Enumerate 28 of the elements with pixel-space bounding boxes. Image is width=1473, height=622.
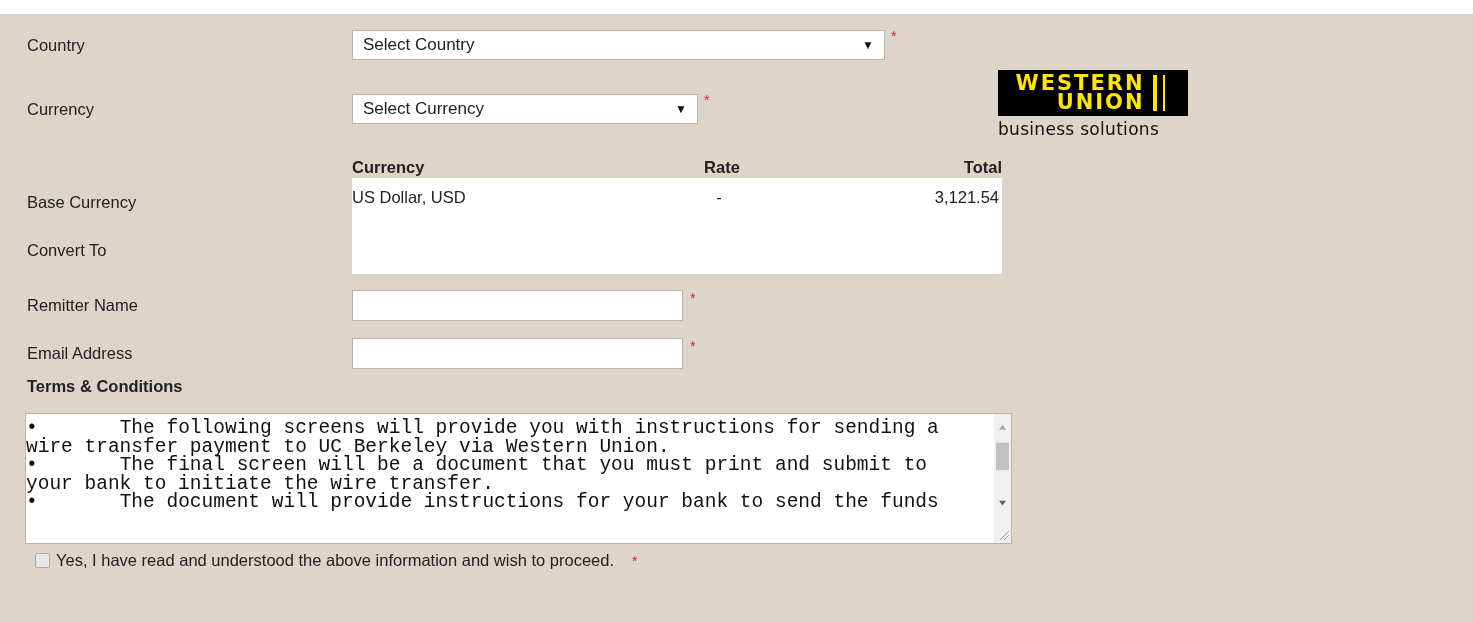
section-title: Terms & Conditions [27,376,184,397]
table-cell-text: - [715,188,723,207]
required-mark: * [632,552,638,569]
field-label: Remitter Name [27,295,139,316]
checkbox-label: Yes, I have read and understood the above information and wish to proceed. [56,551,615,570]
checkbox[interactable] [35,553,50,568]
input-field[interactable] [352,338,683,369]
field-label: Currency [27,99,95,120]
table-cell-text: 3,121.54 [933,188,999,207]
terms-text: • The following screens will provide you with instructions for sending a wire transfer payment to UC Berkeley via Western Union. • The final screen will be a document that you must print and submit to your bank to initiate the wire transfer. • The document will provide instructions for your bank to send the funds [26,419,940,512]
field-label: Country [27,35,86,56]
row-label: Base Currency [27,192,138,213]
caret-icon: ▼ [862,38,874,52]
required-mark: * [704,92,710,108]
caret-icon: ▼ [675,102,687,116]
scrollbar-drawing[interactable] [994,414,1011,543]
required-mark: * [690,290,696,306]
table-cell-text: US Dollar, USD [352,188,467,207]
required-mark: * [891,28,897,44]
column-header: Currency [352,157,426,178]
dropdown-select[interactable]: Select Country ▼ [352,30,885,60]
input-field[interactable] [352,290,683,321]
column-header: Total [962,157,1002,178]
required-mark: * [690,338,696,354]
row-label: Convert To [27,240,108,261]
field-label: Email Address [27,343,134,364]
dropdown-select[interactable]: Select Currency ▼ [352,94,698,124]
column-header: Rate [703,157,741,178]
